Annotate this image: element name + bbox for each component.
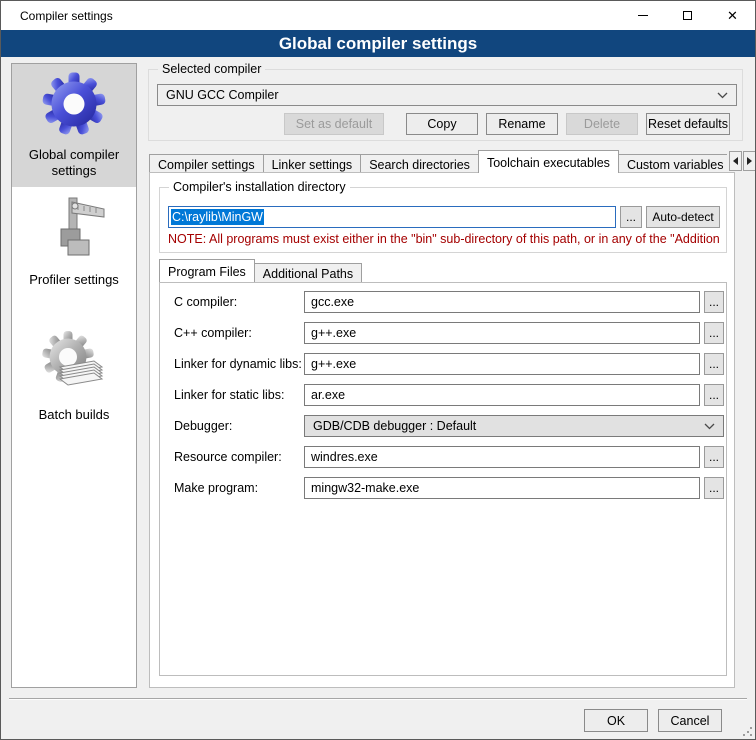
sidebar-item-label: Profiler settings [16,272,132,288]
tab-program-files[interactable]: Program Files [159,259,255,282]
debugger-select[interactable]: GDB/CDB debugger : Default [304,415,724,437]
settings-sidebar: Global compiler settings Profiler settin… [11,63,137,688]
browse-button[interactable]: ... [704,353,724,375]
sidebar-item-label: Global compiler settings [16,147,132,179]
batch-builds-icon [42,331,106,395]
banner-title: Global compiler settings [279,34,477,54]
window-title: Compiler settings [1,9,113,23]
compiler-select[interactable]: GNU GCC Compiler [157,84,737,106]
settings-tabs: Compiler settings Linker settings Search… [149,150,727,173]
program-files-panel: C compiler: ... C++ compiler: ... Linker… [159,282,727,676]
footer-divider [9,698,747,700]
resource-compiler-input[interactable] [304,446,700,468]
field-label: Resource compiler: [174,450,282,464]
close-icon: ✕ [727,9,738,22]
installation-directory-group: Compiler's installation directory C:\ray… [159,187,727,253]
form-row-static-linker: Linker for static libs: ... [160,384,726,406]
c-compiler-input[interactable] [304,291,700,313]
auto-detect-button[interactable]: Auto-detect [646,206,720,228]
tab-search-directories[interactable]: Search directories [360,154,479,173]
sidebar-item-profiler-settings[interactable]: Profiler settings [12,189,136,296]
left-triangle-icon [733,157,738,165]
installation-directory-input[interactable]: C:\raylib\MinGW [168,206,616,228]
cancel-button[interactable]: Cancel [658,709,722,732]
form-row-c-compiler: C compiler: ... [160,291,726,313]
debugger-select-value: GDB/CDB debugger : Default [313,419,476,433]
titlebar: Compiler settings ✕ [1,1,755,30]
maximize-icon [683,11,692,20]
installation-directory-value: C:\raylib\MinGW [171,209,264,225]
form-row-resource-compiler: Resource compiler: ... [160,446,726,468]
sidebar-item-label: Batch builds [16,407,132,423]
program-files-tabs: Program Files Additional Paths [159,260,361,282]
compiler-settings-dialog: Compiler settings ✕ Global compiler sett… [0,0,756,740]
field-label: C++ compiler: [174,326,252,340]
form-row-cpp-compiler: C++ compiler: ... [160,322,726,344]
dialog-banner: Global compiler settings [1,30,755,57]
form-row-make-program: Make program: ... [160,477,726,499]
field-label: Make program: [174,481,258,495]
form-row-debugger: Debugger: GDB/CDB debugger : Default [160,415,726,437]
tab-scroll-right-button[interactable] [743,151,756,171]
field-label: Linker for dynamic libs: [174,357,302,371]
set-as-default-button[interactable]: Set as default [284,113,384,135]
group-label: Compiler's installation directory [169,180,350,194]
tab-linker-settings[interactable]: Linker settings [263,154,362,173]
minimize-icon [638,15,648,16]
chevron-down-icon [717,92,728,99]
maximize-button[interactable] [665,1,710,30]
rename-button[interactable]: Rename [486,113,558,135]
browse-directory-button[interactable]: ... [620,206,642,228]
browse-button[interactable]: ... [704,322,724,344]
tab-scroll-left-button[interactable] [729,151,742,171]
reset-defaults-button[interactable]: Reset defaults [646,113,730,135]
delete-button[interactable]: Delete [566,113,638,135]
make-program-input[interactable] [304,477,700,499]
tab-additional-paths[interactable]: Additional Paths [254,263,362,282]
minimize-button[interactable] [620,1,665,30]
resize-grip-icon[interactable] [743,727,752,736]
cpp-compiler-input[interactable] [304,322,700,344]
sidebar-item-batch-builds[interactable]: Batch builds [12,324,136,431]
field-label: Debugger: [174,419,232,433]
copy-button[interactable]: Copy [406,113,478,135]
tab-custom-variables[interactable]: Custom variables [618,154,727,173]
field-label: Linker for static libs: [174,388,284,402]
browse-button[interactable]: ... [704,291,724,313]
right-triangle-icon [747,157,752,165]
form-row-dynamic-linker: Linker for dynamic libs: ... [160,353,726,375]
tab-compiler-settings[interactable]: Compiler settings [149,154,264,173]
close-button[interactable]: ✕ [710,1,755,30]
blue-gear-icon [42,71,106,135]
ok-button[interactable]: OK [584,709,648,732]
static-linker-input[interactable] [304,384,700,406]
compiler-select-value: GNU GCC Compiler [166,88,279,102]
selected-compiler-group: Selected compiler GNU GCC Compiler Set a… [148,69,743,141]
sidebar-item-global-compiler-settings[interactable]: Global compiler settings [12,64,136,187]
bin-subdirectory-note: NOTE: All programs must exist either in … [168,232,720,246]
caliper-icon [42,196,106,260]
group-label: Selected compiler [158,62,265,76]
tab-toolchain-executables[interactable]: Toolchain executables [478,150,619,173]
dynamic-linker-input[interactable] [304,353,700,375]
browse-button[interactable]: ... [704,446,724,468]
browse-button[interactable]: ... [704,477,724,499]
browse-button[interactable]: ... [704,384,724,406]
field-label: C compiler: [174,295,237,309]
chevron-down-icon [704,423,715,430]
